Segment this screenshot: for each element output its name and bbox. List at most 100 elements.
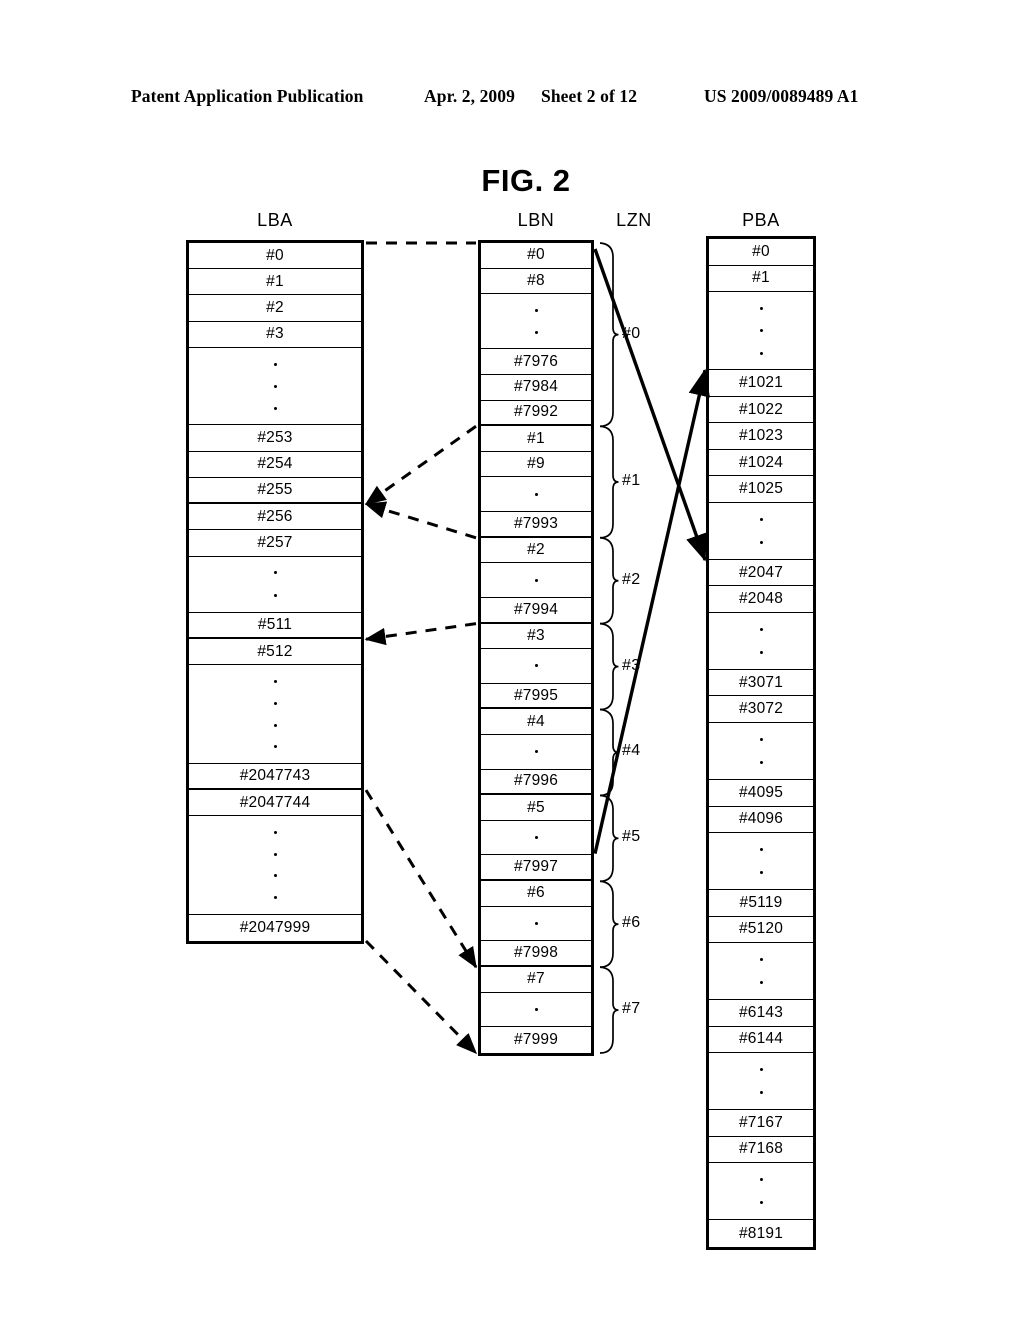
- cell-label: #7: [527, 970, 545, 988]
- address-cell: #3: [189, 321, 361, 348]
- ellipsis-dot: [759, 627, 763, 631]
- cell-label: #2047744: [239, 793, 311, 811]
- ellipsis-dot: [534, 1007, 538, 1011]
- pba-column: #0 #1 #1021 #1022 #1023 #1024 #1025 #2047 #2048 #…: [706, 236, 816, 1250]
- address-cell: #0: [709, 239, 813, 266]
- ellipsis-dot: [534, 750, 538, 754]
- ellipsis-dot: [759, 1091, 763, 1095]
- page-header: Patent Application Publication Apr. 2, 2…: [0, 86, 1024, 114]
- ellipsis-dot: [273, 571, 277, 575]
- lbn-to-pba-arrows: [593, 248, 710, 855]
- cell-label: #257: [257, 533, 293, 551]
- address-cell: #1025: [709, 476, 813, 503]
- ellipsis-dot: [759, 981, 763, 985]
- ellipsis-dot: [759, 1178, 763, 1182]
- lbn-column: #0 #8 #7976 #7984 #7992 #1 #9 #7993 #2 #7994 #3 #79…: [478, 240, 594, 1056]
- address-cell: #7998: [481, 941, 591, 967]
- address-cell: #7999: [481, 1027, 591, 1053]
- ellipsis-dot: [534, 330, 538, 334]
- address-cell: #4096: [709, 806, 813, 834]
- column-caption-lbn: LBN: [517, 210, 555, 230]
- lzn-brace: [599, 536, 619, 625]
- cell-label: #5119: [739, 893, 783, 911]
- cell-label: #1: [266, 272, 284, 290]
- cell-label: #253: [257, 428, 293, 446]
- ellipsis-dot: [534, 308, 538, 312]
- cell-label: #0: [752, 242, 770, 260]
- cell-label: #1: [752, 269, 770, 287]
- cell-label: #9: [527, 455, 545, 473]
- ellipsis-dot: [273, 594, 277, 598]
- address-cell: #7996: [481, 769, 591, 796]
- address-cell: #2047743: [189, 763, 361, 791]
- address-cell: #1: [189, 269, 361, 296]
- address-cell: #512: [189, 639, 361, 666]
- cell-label: #7996: [513, 772, 559, 790]
- ellipsis-cell: [709, 722, 813, 781]
- lzn-brace: [599, 622, 619, 711]
- cell-label: #6143: [738, 1003, 784, 1021]
- ellipsis-dot: [273, 896, 277, 900]
- ellipsis-dot: [759, 761, 763, 764]
- ellipsis-dot: [273, 874, 277, 878]
- ellipsis-dot: [273, 701, 277, 705]
- cell-label: #6144: [738, 1030, 784, 1048]
- cell-label: #512: [257, 642, 293, 660]
- ellipsis-dot: [273, 362, 277, 366]
- address-cell: #0: [189, 243, 361, 270]
- cell-label: #4095: [738, 783, 784, 801]
- ellipsis-cell: [709, 943, 813, 1001]
- address-cell: #7984: [481, 374, 591, 401]
- ellipsis-dot: [534, 836, 538, 840]
- address-cell: #2047744: [189, 790, 361, 817]
- ellipsis-dot: [759, 306, 763, 310]
- lbn-group0-to-lba-255: [364, 425, 477, 506]
- ellipsis-dot: [273, 723, 277, 727]
- ellipsis-dot: [759, 958, 763, 962]
- address-cell: #254: [189, 451, 361, 478]
- cell-label: #256: [257, 507, 293, 525]
- cell-label: #8191: [738, 1224, 784, 1242]
- ellipsis-cell: [709, 292, 813, 371]
- address-cell: #2: [481, 537, 591, 564]
- ellipsis-dot: [534, 664, 538, 668]
- address-cell: #8191: [709, 1220, 813, 1247]
- address-cell: #2: [189, 295, 361, 322]
- cell-label: #5: [527, 798, 545, 816]
- ellipsis-dot: [534, 578, 538, 582]
- address-cell: #1022: [709, 396, 813, 424]
- cell-label: #2: [266, 299, 284, 317]
- ellipsis-dot: [759, 1068, 763, 1072]
- lbn-group1-to-lba-255: [364, 501, 477, 540]
- address-cell: #3: [481, 623, 591, 650]
- ellipsis-cell: [481, 735, 591, 770]
- lzn-zone-label: #0: [622, 324, 641, 342]
- cell-label: #7999: [513, 1030, 559, 1048]
- column-caption-lzn: LZN: [616, 210, 652, 230]
- address-cell: #0: [481, 243, 591, 269]
- cell-label: #1023: [738, 427, 784, 445]
- cell-label: #3: [266, 325, 284, 343]
- cell-label: #7995: [513, 686, 559, 704]
- lzn-zone-label: #7: [622, 1000, 641, 1018]
- cell-label: #2048: [738, 590, 784, 608]
- lzn-zone-label: #4: [622, 742, 641, 760]
- lba-2047743-to-lbn: [364, 789, 478, 969]
- ellipsis-cell: [481, 649, 591, 684]
- ellipsis-cell: [709, 502, 813, 560]
- figure-title: FIG. 2: [0, 163, 1024, 199]
- lbn-group2-to-lba-511: [364, 622, 477, 646]
- address-cell: #5: [481, 795, 591, 821]
- address-cell: #3072: [709, 696, 813, 723]
- ellipsis-cell: [481, 294, 591, 350]
- patent-number: US 2009/0089489 A1: [704, 86, 859, 106]
- address-cell: #255: [189, 477, 361, 505]
- address-cell: #1: [481, 426, 591, 452]
- column-caption-lba: LBA: [257, 210, 293, 230]
- cell-label: #7998: [513, 944, 559, 962]
- address-cell: #6144: [709, 1026, 813, 1054]
- cell-label: #7993: [513, 514, 559, 532]
- publication-label: Patent Application Publication: [131, 86, 364, 106]
- address-cell: #257: [189, 530, 361, 557]
- address-cell: #7167: [709, 1110, 813, 1137]
